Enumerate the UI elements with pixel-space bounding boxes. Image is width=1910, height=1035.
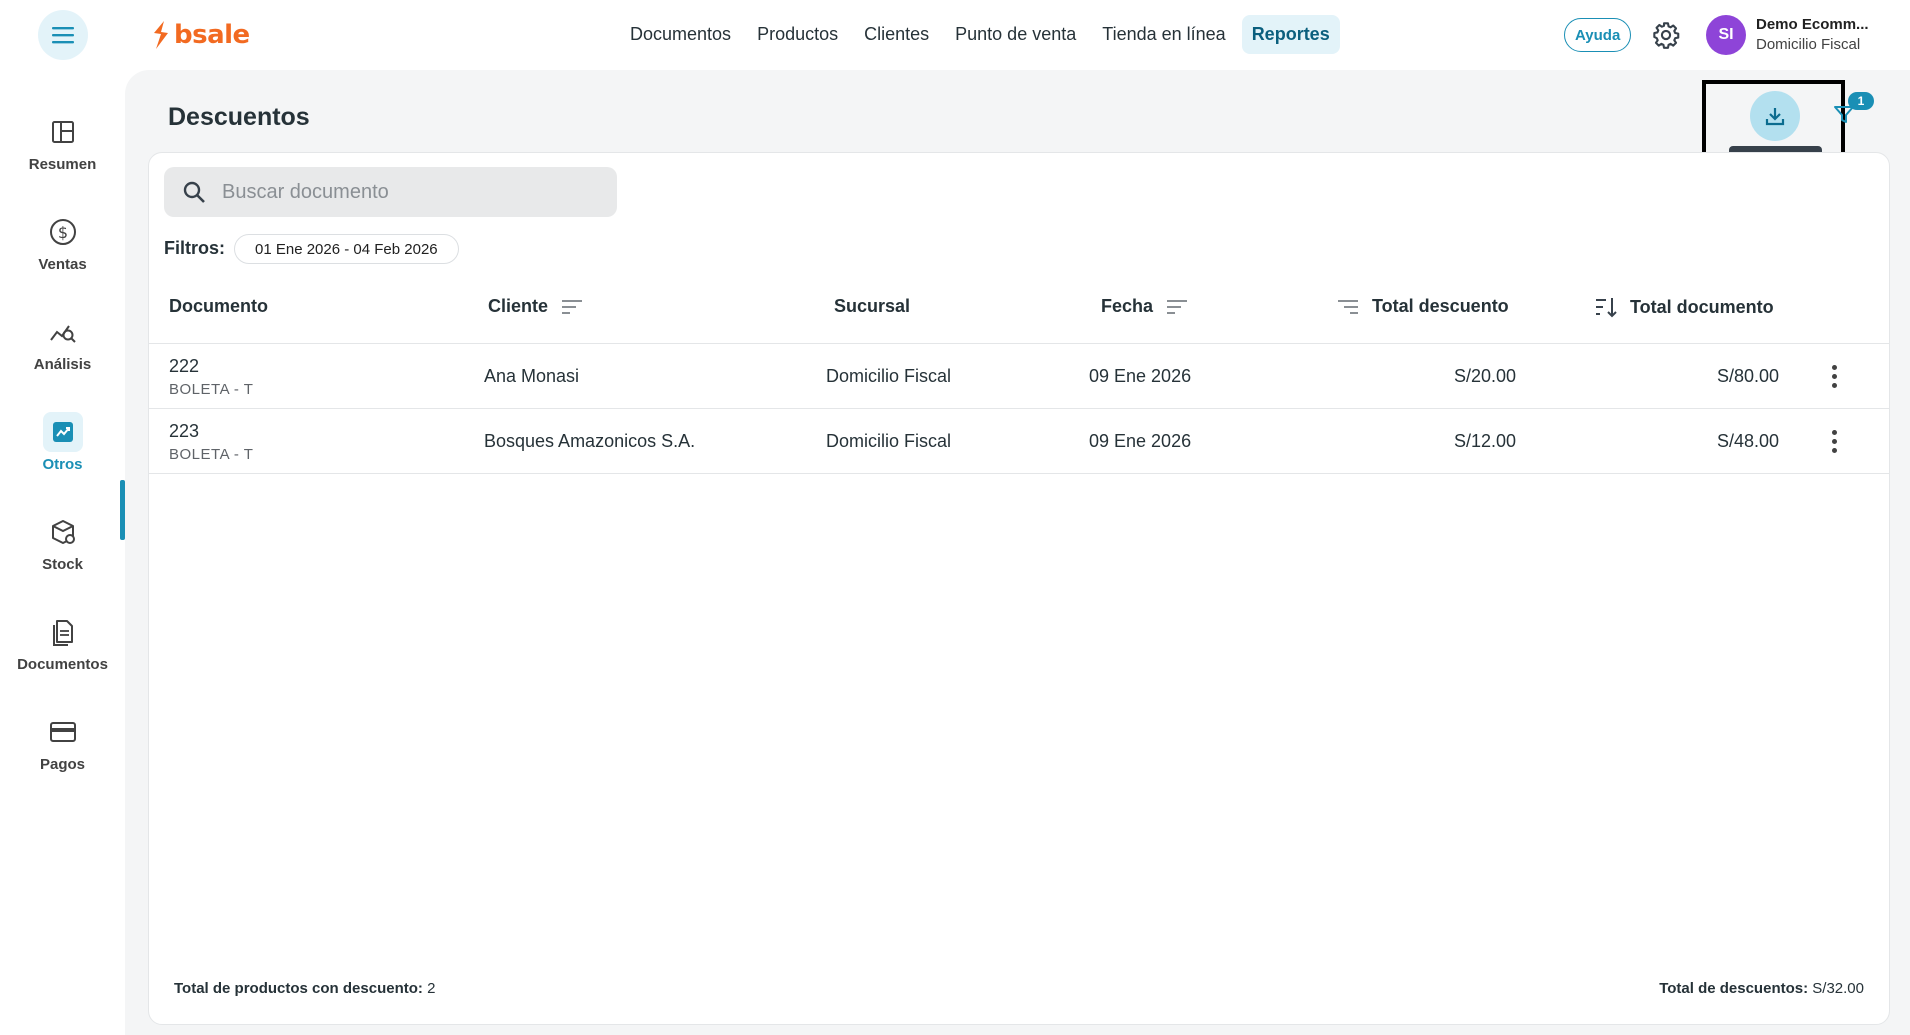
cell-total-descuento: S/12.00 xyxy=(1453,431,1516,451)
avatar[interactable]: SI xyxy=(1706,15,1746,55)
sidebar-item-label: Otros xyxy=(42,456,83,473)
hamburger-menu-button[interactable] xyxy=(38,10,88,60)
sidebar-item-label: Resumen xyxy=(28,156,97,173)
svg-text:$: $ xyxy=(57,223,67,242)
row-actions-button[interactable] xyxy=(1822,426,1846,456)
page-title: Descuentos xyxy=(168,103,310,131)
column-header-total-documento[interactable]: Total documento xyxy=(1594,296,1774,318)
cell-document-type: BOLETA - T xyxy=(169,446,254,463)
topnav-clientes[interactable]: Clientes xyxy=(854,15,939,54)
footer-total-discounts: Total de descuentos: S/32.00 xyxy=(1659,980,1864,997)
topnav-productos[interactable]: Productos xyxy=(747,15,848,54)
cell-document-number[interactable]: 222 xyxy=(169,356,199,377)
column-header-documento: Documento xyxy=(169,296,268,317)
column-header-total-descuento[interactable]: Total descuento xyxy=(1336,296,1509,317)
footer-total-discounts-value: S/32.00 xyxy=(1812,980,1864,997)
sidebar-item-label: Análisis xyxy=(33,356,92,373)
footer-total-products: Total de productos con descuento: 2 xyxy=(174,980,435,997)
cell-fecha: 09 Ene 2026 xyxy=(1089,431,1192,451)
layout-icon xyxy=(51,121,74,143)
row-divider xyxy=(149,473,1889,474)
user-name[interactable]: Demo Ecomm... xyxy=(1756,16,1869,33)
cell-sucursal: Domicilio Fiscal xyxy=(826,431,952,451)
card-icon xyxy=(49,722,76,742)
sidebar-item-ventas[interactable]: $ Ventas xyxy=(0,212,125,292)
sidebar-item-resumen[interactable]: Resumen xyxy=(0,112,125,192)
filter-count-badge: 1 xyxy=(1848,92,1874,110)
bsale-logo[interactable]: bsale xyxy=(152,20,250,50)
topnav-tienda-en-linea[interactable]: Tienda en línea xyxy=(1092,15,1235,54)
column-header-cliente[interactable]: Cliente xyxy=(488,296,584,317)
column-header-label: Cliente xyxy=(488,296,549,316)
top-bar: bsale Documentos Productos Clientes Punt… xyxy=(0,0,1910,70)
sidebar-item-pagos[interactable]: Pagos xyxy=(0,712,125,792)
help-button[interactable]: Ayuda xyxy=(1564,18,1632,52)
sidebar-item-label: Pagos xyxy=(39,756,85,773)
column-header-label: Total documento xyxy=(1630,296,1774,317)
logo-text: bsale xyxy=(174,20,250,50)
sidebar: Resumen $ Ventas Análisis Otros Stock Do… xyxy=(0,70,125,1035)
topnav-punto-de-venta[interactable]: Punto de venta xyxy=(945,15,1086,54)
gear-icon[interactable] xyxy=(1652,21,1680,49)
sidebar-item-documentos[interactable]: Documentos xyxy=(0,612,125,692)
bsale-bolt-icon xyxy=(154,21,168,49)
sort-icon[interactable] xyxy=(560,298,584,316)
filter-chip-date-range[interactable]: 01 Ene 2026 - 04 Feb 2026 xyxy=(234,234,459,264)
dollar-icon: $ xyxy=(49,219,76,245)
trending-icon xyxy=(52,422,73,442)
row-actions-button[interactable] xyxy=(1822,361,1846,391)
footer-total-discounts-label: Total de descuentos: xyxy=(1659,980,1809,997)
cell-sucursal: Domicilio Fiscal xyxy=(826,366,952,386)
cell-total-documento: S/48.00 xyxy=(1716,431,1779,451)
column-header-label: Total descuento xyxy=(1372,296,1509,316)
sort-icon[interactable] xyxy=(1165,298,1189,316)
search-icon xyxy=(183,181,205,203)
filters-label: Filtros: xyxy=(164,238,225,258)
hamburger-icon xyxy=(52,27,74,44)
sidebar-item-analisis[interactable]: Análisis xyxy=(0,312,125,392)
column-header-sucursal: Sucursal xyxy=(834,296,910,317)
row-divider xyxy=(149,408,1889,409)
cell-total-descuento: S/20.00 xyxy=(1453,366,1516,386)
column-header-label: Sucursal xyxy=(834,296,911,316)
cell-document-number[interactable]: 223 xyxy=(169,421,199,442)
topnav-reportes[interactable]: Reportes xyxy=(1241,15,1340,54)
cell-cliente: Ana Monasi xyxy=(484,366,580,386)
box-icon xyxy=(51,520,75,544)
report-card xyxy=(148,152,1890,1025)
footer-total-products-label: Total de productos con descuento: xyxy=(174,980,423,997)
column-header-label: Documento xyxy=(169,296,268,316)
search-input[interactable] xyxy=(222,180,602,204)
sidebar-item-label: Documentos xyxy=(17,656,108,673)
sort-descending-icon[interactable] xyxy=(1594,296,1618,318)
sidebar-item-otros[interactable]: Otros xyxy=(0,412,125,492)
footer-total-products-value: 2 xyxy=(427,980,436,997)
cell-fecha: 09 Ene 2026 xyxy=(1089,366,1192,386)
column-header-fecha[interactable]: Fecha xyxy=(1101,296,1189,317)
topnav-documentos[interactable]: Documentos xyxy=(620,15,741,54)
top-navigation: Documentos Productos Clientes Punto de v… xyxy=(620,15,1340,54)
sidebar-item-stock[interactable]: Stock xyxy=(0,512,125,592)
header-divider xyxy=(149,343,1889,344)
sidebar-item-label: Stock xyxy=(42,556,83,573)
document-icon xyxy=(52,620,73,646)
search-box[interactable] xyxy=(164,167,617,217)
column-header-label: Fecha xyxy=(1101,296,1154,316)
analytics-icon xyxy=(49,325,76,343)
user-branch: Domicilio Fiscal xyxy=(1756,36,1861,53)
cell-document-type: BOLETA - T xyxy=(169,381,254,398)
sidebar-item-label: Ventas xyxy=(38,256,87,273)
cell-cliente: Bosques Amazonicos S.A. xyxy=(484,431,696,451)
cell-total-documento: S/80.00 xyxy=(1716,366,1779,386)
sort-icon[interactable] xyxy=(1336,298,1360,316)
